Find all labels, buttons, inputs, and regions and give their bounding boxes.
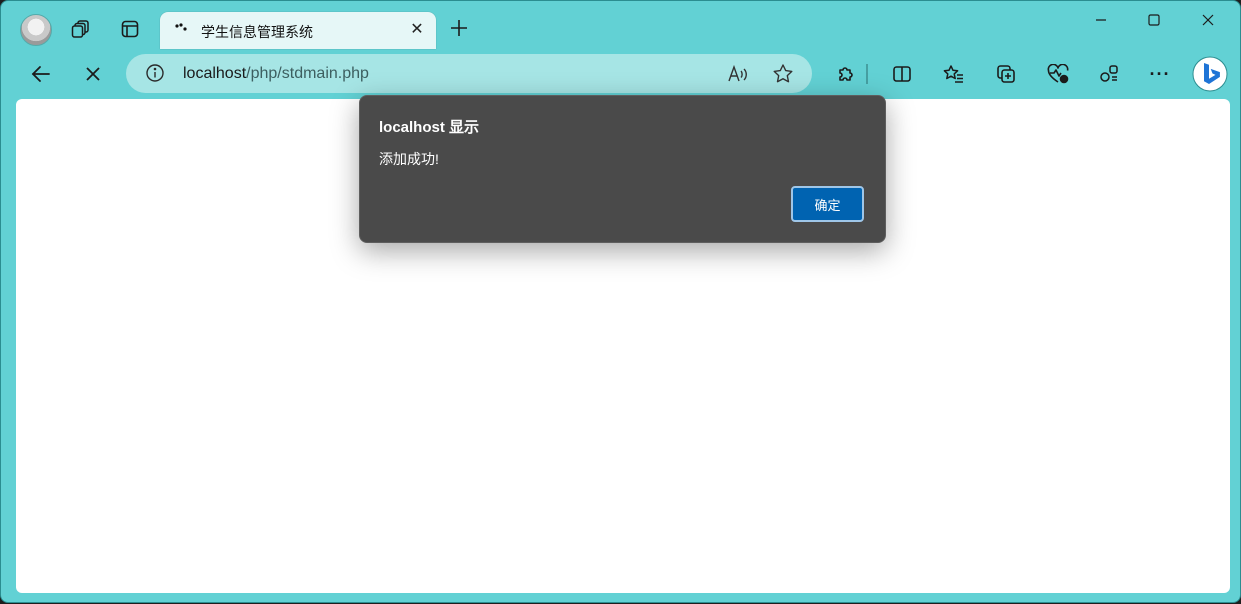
collections-icon[interactable] [989, 57, 1023, 91]
tab-title: 学生信息管理系统 [201, 24, 313, 40]
active-tab[interactable]: 学生信息管理系统 ✕ [160, 12, 436, 49]
window-close-icon[interactable] [1186, 5, 1230, 35]
url-path: /php/stdmain.php [246, 65, 369, 82]
split-screen-icon[interactable] [885, 57, 919, 91]
browser-window: 学生信息管理系统 ✕ ··· localhost/php/stdmain.php… [0, 0, 1241, 603]
close-icon[interactable]: ✕ [406, 18, 428, 40]
dialog-title: localhost 显示 [379, 119, 480, 136]
address-bar[interactable]: localhost/php/stdmain.php [126, 54, 812, 93]
tab-close-glyph: ✕ [410, 21, 424, 38]
workspaces-icon[interactable] [65, 13, 97, 45]
new-tab-icon[interactable] [444, 13, 474, 43]
favorite-star-icon[interactable] [772, 63, 794, 85]
page-loading-icon [174, 22, 190, 38]
back-icon[interactable] [24, 57, 58, 91]
minimize-icon[interactable] [1079, 5, 1123, 35]
toolbar-divider [857, 57, 877, 91]
read-aloud-icon[interactable] [727, 63, 749, 85]
info-icon[interactable] [145, 63, 165, 83]
copilot-sidebar-icon[interactable] [1092, 57, 1126, 91]
favorites-icon[interactable] [937, 57, 971, 91]
more-glyph: ··· [1149, 63, 1171, 84]
stop-icon[interactable] [76, 57, 110, 91]
ok-button[interactable]: 确定 [791, 186, 864, 222]
url-text[interactable]: localhost/php/stdmain.php [183, 65, 369, 83]
more-icon[interactable]: ··· [1143, 57, 1177, 91]
url-host: localhost [183, 65, 247, 82]
bing-icon[interactable] [1191, 55, 1229, 93]
maximize-icon[interactable] [1132, 5, 1176, 35]
dialog-message: 添加成功! [379, 151, 439, 167]
browser-essentials-icon[interactable] [1041, 57, 1075, 91]
tab-actions-icon[interactable] [114, 13, 146, 45]
title-bar: 学生信息管理系统 ✕ [1, 1, 1240, 53]
alert-dialog: localhost 显示 添加成功! 确定 [359, 95, 886, 243]
profile-avatar[interactable] [20, 14, 52, 46]
